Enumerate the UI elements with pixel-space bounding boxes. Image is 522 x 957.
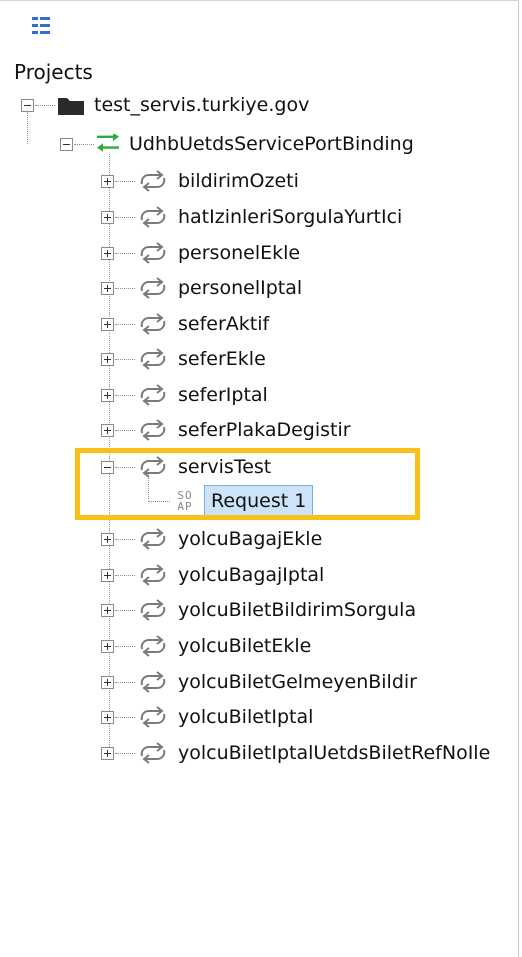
tree-node-operation[interactable]: yolcuBiletGelmeyenBildir [101,665,417,699]
refresh-arrows-icon [140,277,166,299]
expand-toggle[interactable] [101,210,114,224]
operation-label: hatIzinleriSorgulaYurtIci [178,206,403,228]
projects-panel: Projects test_servis.turkiye.gov UdhbUet… [0,0,519,957]
operation-label: yolcuBiletBildirimSorgula [178,599,417,621]
expand-toggle[interactable] [101,532,114,546]
expand-toggle[interactable] [101,317,114,331]
collapse-toggle[interactable] [101,460,114,474]
operation-label: yolcuBagajIptal [178,564,325,586]
tree-node-operation[interactable]: seferEkle [101,342,266,376]
tree-node-operation[interactable]: yolcuBiletEkle [101,629,311,663]
operation-label: yolcuBiletGelmeyenBildir [178,671,417,693]
tree-node-operation[interactable]: yolcuBiletIptal [101,700,313,734]
tree-node-operation[interactable]: yolcuBiletBildirimSorgula [101,593,416,627]
tree-node-operation[interactable]: yolcuBagajEkle [101,522,322,556]
refresh-arrows-icon [140,384,166,406]
projects-header: Projects [14,60,93,84]
tree-connector [115,681,135,683]
refresh-arrows-icon [140,170,166,192]
folder-icon [58,98,84,115]
tree-connector [35,104,55,106]
tree-node-request[interactable]: SO AP Request 1 [148,484,314,518]
tree-node-operation[interactable]: seferPlakaDegistir [101,413,351,447]
expand-toggle[interactable] [101,174,114,188]
tree-connector [115,645,135,647]
expand-toggle[interactable] [101,246,114,260]
refresh-arrows-icon [140,635,166,657]
collapse-toggle[interactable] [21,98,34,112]
tree-connector [115,538,135,540]
tree-connector [74,143,94,145]
tree-connector [115,716,135,718]
tree-node-project[interactable]: test_servis.turkiye.gov [21,88,309,122]
refresh-arrows-icon [140,419,166,441]
operation-label: seferIptal [178,384,268,406]
expand-toggle[interactable] [101,675,114,689]
request-label[interactable]: Request 1 [204,485,314,517]
operation-label: personelIptal [178,277,303,299]
refresh-arrows-icon [140,564,166,586]
tree-view-icon[interactable] [30,14,60,38]
tree-connector [148,500,170,502]
tree-node-operation[interactable]: bildirimOzeti [101,164,299,198]
refresh-arrows-icon [140,242,166,264]
tree-node-operation-expanded[interactable]: servisTest [101,450,271,484]
tree-connector [115,216,135,218]
tree-connector [115,752,135,754]
expand-toggle[interactable] [101,746,114,760]
tree-node-operation[interactable]: seferAktif [101,307,269,341]
tree-node-binding[interactable]: UdhbUetdsServicePortBinding [60,127,414,161]
expand-toggle[interactable] [101,568,114,582]
tree-connector [115,609,135,611]
tree-connector [115,323,135,325]
operation-label: seferEkle [178,348,266,370]
refresh-arrows-icon [140,313,166,335]
expand-toggle[interactable] [101,639,114,653]
operation-label: servisTest [178,456,272,478]
expand-toggle[interactable] [101,603,114,617]
tree-node-operation[interactable]: personelIptal [101,271,302,305]
expand-toggle[interactable] [101,352,114,366]
tree-connector [115,252,135,254]
refresh-arrows-icon [140,599,166,621]
tree-connector [115,574,135,576]
collapse-toggle[interactable] [60,137,73,151]
tree-connector [115,358,135,360]
expand-toggle[interactable] [101,710,114,724]
project-label: test_servis.turkiye.gov [94,94,310,116]
refresh-arrows-icon [140,206,166,228]
operation-label: bildirimOzeti [178,170,299,192]
binding-label: UdhbUetdsServicePortBinding [129,133,414,155]
tree-connector [115,287,135,289]
refresh-arrows-icon [140,742,166,764]
refresh-arrows-icon [140,671,166,693]
refresh-arrows-icon [140,528,166,550]
tree-node-operation[interactable]: personelEkle [101,236,300,270]
tree-node-operation[interactable]: yolcuBagajIptal [101,558,324,592]
soap-icon: SO AP [177,489,193,513]
tree-connector [115,429,135,431]
refresh-arrows-icon [140,456,166,478]
tree-connector [115,180,135,182]
operation-label: seferPlakaDegistir [178,419,351,441]
expand-toggle[interactable] [101,281,114,295]
refresh-arrows-icon [140,348,166,370]
expand-toggle[interactable] [101,423,114,437]
tree-connector [115,394,135,396]
operation-label: yolcuBiletIptalUetdsBiletRefNoIle [178,742,491,764]
operation-label: yolcuBiletEkle [178,635,312,657]
bidirectional-arrows-icon [97,134,119,152]
tree-node-operation[interactable]: seferIptal [101,378,268,412]
tree-node-operation[interactable]: hatIzinleriSorgulaYurtIci [101,200,402,234]
refresh-arrows-icon [140,706,166,728]
operation-label: yolcuBiletIptal [178,706,314,728]
operation-label: seferAktif [178,313,270,335]
operation-label: personelEkle [178,242,301,264]
tree-connector [115,466,135,468]
expand-toggle[interactable] [101,388,114,402]
operation-label: yolcuBagajEkle [178,528,323,550]
tree-node-operation[interactable]: yolcuBiletIptalUetdsBiletRefNoIle [101,736,514,770]
